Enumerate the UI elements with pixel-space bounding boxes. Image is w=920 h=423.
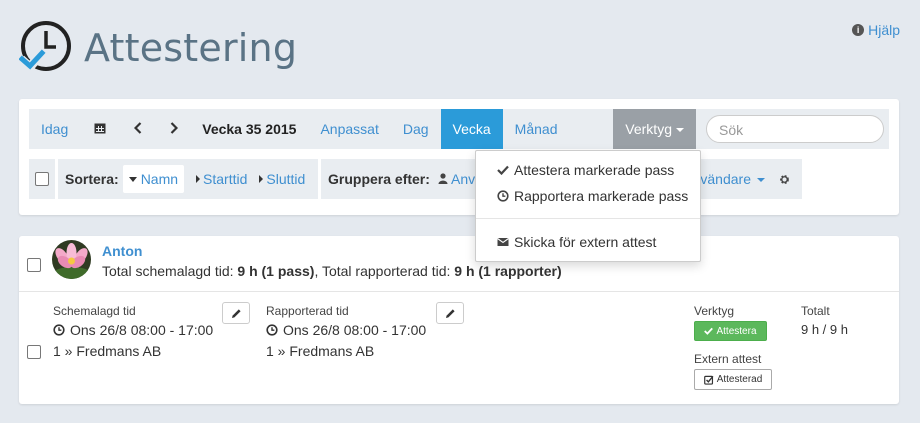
- today-button[interactable]: Idag: [29, 109, 80, 149]
- summary-scheduled-value: 9 h (1 pass): [237, 263, 315, 279]
- sort-segment: Sortera: Namn Starttid Sluttid: [58, 159, 318, 199]
- sort-option-name[interactable]: Namn: [122, 165, 185, 193]
- shift-checkbox[interactable]: [27, 345, 41, 359]
- summary-scheduled-label: Total schemalagd tid:: [102, 263, 238, 279]
- scheduled-label: Schemalagd tid: [53, 304, 136, 318]
- caret-right-icon: [259, 175, 264, 183]
- select-all-checkbox[interactable]: [35, 172, 49, 186]
- sort-option-name-label: Namn: [140, 171, 179, 187]
- employee-checkbox[interactable]: [27, 258, 41, 272]
- toolbar: Idag Vecka 35 2015 Anpassat Dag Vecka Må…: [29, 109, 889, 149]
- page-title: Attestering: [84, 26, 298, 70]
- external-attest-label: Extern attest: [694, 352, 762, 366]
- calendar-icon[interactable]: [80, 109, 120, 149]
- reported-place: 1 » Fredmans AB: [266, 343, 375, 359]
- employee-card: Anton Total schemalagd tid: 9 h (1 pass)…: [19, 236, 899, 404]
- group-dropdown-label: nvändare: [692, 171, 751, 187]
- caret-right-icon: [196, 175, 201, 183]
- group-option-user-label: Anv: [451, 171, 476, 187]
- select-all-cell: [29, 159, 55, 199]
- edit-reported-button[interactable]: [436, 302, 464, 324]
- edit-scheduled-button[interactable]: [222, 302, 250, 324]
- week-label: Vecka 35 2015: [202, 121, 297, 137]
- employee-summary: Total schemalagd tid: 9 h (1 pass), Tota…: [102, 263, 562, 279]
- clock-icon: [266, 324, 278, 336]
- group-option-user[interactable]: Anv: [434, 171, 479, 187]
- gear-icon[interactable]: [771, 174, 802, 185]
- check-icon: [704, 327, 714, 335]
- reported-time-text: Ons 26/8 08:00 - 17:00: [283, 322, 427, 338]
- caret-down-icon: [676, 128, 684, 133]
- pencil-icon: [231, 308, 241, 318]
- view-month[interactable]: Månad: [503, 109, 570, 149]
- user-icon: [438, 173, 448, 184]
- total-label: Totalt: [801, 304, 830, 318]
- tools-label: Verktyg: [694, 304, 735, 318]
- divider: [19, 291, 899, 292]
- menu-item-attest-selected[interactable]: Attestera markerade pass: [497, 162, 674, 178]
- info-icon: i: [852, 24, 865, 36]
- total-value: 9 h / 9 h: [801, 322, 848, 337]
- summary-reported-label: , Total rapporterad tid:: [314, 263, 455, 279]
- sort-option-start[interactable]: Starttid: [190, 171, 253, 187]
- clock-icon: [497, 190, 509, 202]
- view-custom[interactable]: Anpassat: [308, 109, 390, 149]
- reported-label: Rapporterad tid: [266, 304, 349, 318]
- sort-option-end-label: Sluttid: [266, 171, 306, 187]
- scheduled-place: 1 » Fredmans AB: [53, 343, 162, 359]
- scheduled-time-text: Ons 26/8 08:00 - 17:00: [70, 322, 214, 338]
- sort-label: Sortera:: [65, 171, 119, 187]
- view-week[interactable]: Vecka: [440, 109, 503, 149]
- clock-icon: [53, 324, 65, 336]
- scheduled-time: Ons 26/8 08:00 - 17:00: [53, 322, 213, 338]
- attest-button-label: Attestera: [716, 325, 757, 337]
- group-label: Gruppera efter:: [328, 171, 430, 187]
- tools-label: Verktyg: [625, 121, 672, 137]
- sort-option-end[interactable]: Sluttid: [253, 171, 311, 187]
- help-link[interactable]: i Hjälp: [852, 22, 900, 38]
- envelope-icon: [497, 238, 509, 246]
- menu-item-report-selected[interactable]: Rapportera markerade pass: [497, 188, 688, 204]
- summary-reported-value: 9 h (1 rapporter): [454, 263, 562, 279]
- employee-name-link[interactable]: Anton: [102, 243, 142, 259]
- chevron-right-icon[interactable]: [156, 109, 192, 149]
- search-input[interactable]: Sök: [706, 115, 884, 143]
- view-day[interactable]: Dag: [391, 109, 441, 149]
- caret-down-icon: [128, 177, 137, 182]
- menu-item-label: Rapportera markerade pass: [514, 188, 689, 204]
- pencil-icon: [445, 308, 455, 318]
- tools-dropdown-menu: Attestera markerade pass Rapportera mark…: [475, 150, 701, 262]
- menu-divider: [476, 218, 700, 219]
- attest-button[interactable]: Attestera: [694, 321, 767, 341]
- sort-option-start-label: Starttid: [203, 171, 248, 187]
- controls-panel: Idag Vecka 35 2015 Anpassat Dag Vecka Må…: [19, 99, 899, 215]
- menu-item-label: Skicka för extern attest: [514, 234, 657, 250]
- avatar: [52, 240, 91, 279]
- app-logo-clock-icon: [18, 19, 73, 78]
- external-attested-button[interactable]: Attesterad: [694, 369, 772, 390]
- checkbox-check-icon: [703, 375, 714, 385]
- menu-item-label: Attestera markerade pass: [514, 162, 675, 178]
- menu-item-send-external[interactable]: Skicka för extern attest: [497, 234, 656, 250]
- check-icon: [497, 165, 509, 175]
- external-attested-label: Attesterad: [716, 374, 763, 385]
- reported-time: Ons 26/8 08:00 - 17:00: [266, 322, 426, 338]
- help-label: Hjälp: [868, 22, 900, 38]
- caret-down-icon: [757, 178, 765, 183]
- tools-dropdown-button[interactable]: Verktyg: [613, 109, 696, 149]
- chevron-left-icon[interactable]: [120, 109, 156, 149]
